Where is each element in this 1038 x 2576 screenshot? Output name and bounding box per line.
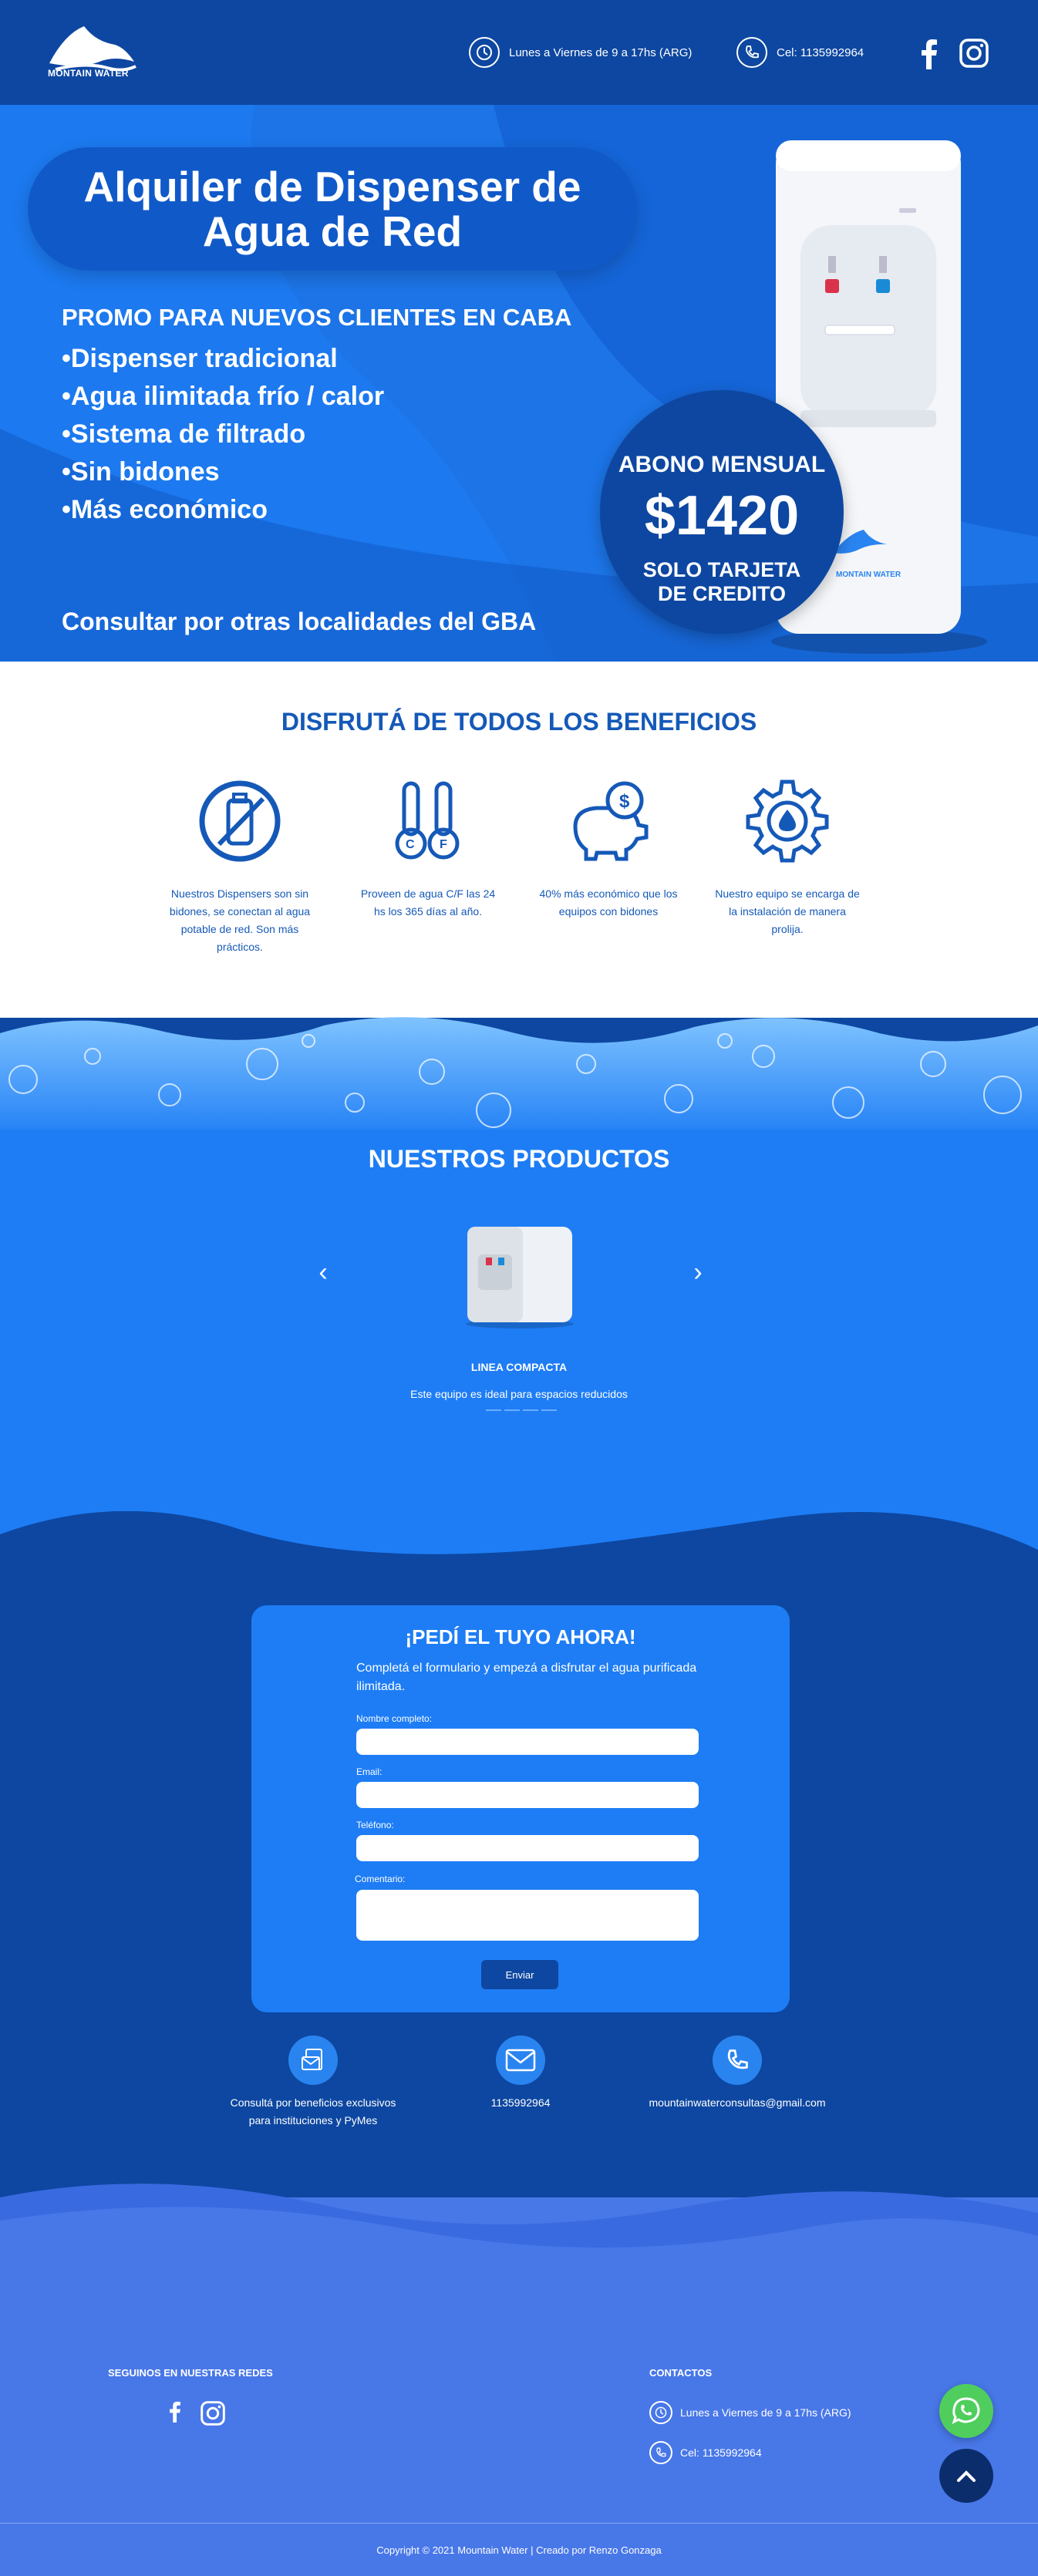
- contact-item[interactable]: 1135992964: [428, 2036, 613, 2112]
- comment-label: Comentario:: [355, 1874, 406, 1884]
- benefit-text: 40% más económico que los equipos con bi…: [539, 887, 678, 918]
- header-hours-text: Lunes a Viernes de 9 a 17hs (ARG): [509, 45, 693, 59]
- carousel-dot[interactable]: [523, 1409, 538, 1411]
- comment-field[interactable]: [356, 1890, 699, 1941]
- carousel-dot[interactable]: [504, 1409, 520, 1411]
- hero-features: •Dispenser tradicional •Agua ilimitada f…: [62, 340, 384, 529]
- footer-divider: [0, 2523, 1038, 2524]
- copyright: Copyright © 2021 Mountain Water | Creado…: [376, 2544, 662, 2556]
- benefit-item: $ 40% más económico que los equipos con …: [535, 779, 682, 921]
- thermometer-icon: C F: [395, 781, 460, 860]
- facebook-icon[interactable]: [168, 2399, 182, 2424]
- product-image[interactable]: [463, 1222, 577, 1330]
- contact-text: mountainwaterconsultas@gmail.com: [649, 2096, 826, 2109]
- footer-phone[interactable]: Cel: 1135992964: [649, 2441, 762, 2464]
- hero-feature: •Agua ilimitada frío / calor: [62, 382, 385, 411]
- benefits-title: DISFRUTÁ DE TODOS LOS BENEFICIOS: [281, 708, 757, 736]
- hero-feature: •Más económico: [62, 495, 268, 524]
- envelope-icon: [496, 2036, 545, 2085]
- hero-title: Alquiler de Dispenser de Agua de Red: [83, 163, 581, 255]
- mail-form-icon: [288, 2036, 338, 2085]
- site-header: MONTAIN WATER Lunes a Viernes de 9 a 17h…: [0, 0, 1038, 105]
- monthly-fee-price: $1420: [644, 485, 800, 547]
- contact-text: Consultá por beneficios exclusivos para …: [230, 2096, 396, 2126]
- header-hours: Lunes a Viernes de 9 a 17hs (ARG): [469, 37, 692, 68]
- benefit-item: Nuestros Dispensers son sin bidones, se …: [167, 779, 313, 956]
- chevron-up-icon: [957, 2470, 976, 2482]
- section-wave-divider: [0, 1496, 1038, 1554]
- form-title: ¡PEDÍ EL TUYO AHORA!: [405, 1625, 636, 1648]
- form-intro: Completá el formulario y empezá a disfru…: [356, 1662, 697, 1693]
- footer-hours-text: Lunes a Viernes de 9 a 17hs (ARG): [680, 2406, 851, 2419]
- benefit-item: C F Proveen de agua C/F las 24 hs los 36…: [355, 779, 501, 921]
- water-bubbles-band: [0, 1017, 1038, 1141]
- facebook-icon[interactable]: [919, 39, 939, 69]
- scroll-top-button[interactable]: [939, 2449, 993, 2503]
- brand-name: MONTAIN WATER: [48, 68, 129, 79]
- products-title: NUESTROS PRODUCTOS: [368, 1145, 670, 1173]
- whatsapp-button[interactable]: [939, 2384, 993, 2438]
- carousel-prev-button[interactable]: ‹: [312, 1259, 335, 1285]
- instagram-icon[interactable]: [201, 2401, 225, 2426]
- hero-feature: •Dispenser tradicional: [62, 344, 338, 373]
- phone-field[interactable]: [356, 1835, 699, 1861]
- name-label: Nombre completo:: [356, 1713, 433, 1724]
- email-label: Email:: [356, 1766, 383, 1777]
- footer-wave-divider: [0, 2184, 1038, 2298]
- header-phone-text: Cel: 1135992964: [777, 45, 864, 59]
- svg-text:MONTAIN WATER: MONTAIN WATER: [836, 571, 902, 579]
- product-name: LINEA COMPACTA: [470, 1361, 568, 1373]
- hero-section: Alquiler de Dispenser de Agua de Red PRO…: [0, 105, 1038, 662]
- footer-phone-text: Cel: 1135992964: [680, 2446, 762, 2459]
- svg-text:F: F: [440, 838, 447, 851]
- hero-promo: PROMO PARA NUEVOS CLIENTES EN CABA: [62, 304, 572, 331]
- svg-text:C: C: [406, 838, 415, 851]
- contact-item[interactable]: mountainwaterconsultas@gmail.com: [645, 2036, 830, 2112]
- benefit-text: Nuestros Dispensers son sin bidones, se …: [169, 887, 311, 953]
- benefit-item: Nuestro equipo se encarga de la instalac…: [714, 779, 861, 938]
- site-footer: SEGUINOS EN NUESTRAS REDES CONTACTOS Lun…: [0, 2184, 1038, 2576]
- name-field[interactable]: [356, 1729, 699, 1755]
- no-bottle-icon: [199, 780, 281, 862]
- hero-title-pill: Alquiler de Dispenser de Agua de Red: [28, 147, 637, 271]
- carousel-next-button[interactable]: ›: [686, 1259, 709, 1285]
- phone-icon: [736, 37, 767, 68]
- phone-icon: [649, 2441, 672, 2464]
- carousel-dot[interactable]: [541, 1409, 557, 1411]
- monthly-fee-badge: ABONO MENSUAL $1420 SOLO TARJETA DE CRED…: [600, 390, 844, 634]
- clock-icon: [469, 37, 500, 68]
- phone-label: Teléfono:: [356, 1820, 394, 1830]
- svg-text:$: $: [619, 791, 630, 812]
- monthly-fee-label: ABONO MENSUAL: [618, 452, 826, 477]
- benefit-text: Nuestro equipo se encarga de la instalac…: [715, 887, 860, 935]
- footer-social-title: SEGUINOS EN NUESTRAS REDES: [108, 2367, 273, 2379]
- footer-hours: Lunes a Viernes de 9 a 17hs (ARG): [649, 2401, 851, 2424]
- carousel-dot[interactable]: [486, 1409, 501, 1411]
- order-form: ¡PEDÍ EL TUYO AHORA! Completá el formula…: [251, 1605, 790, 2012]
- benefit-text: Proveen de agua C/F las 24 hs los 365 dí…: [360, 887, 496, 918]
- footer-contact-title: CONTACTOS: [649, 2367, 713, 2379]
- benefits-section: DISFRUTÁ DE TODOS LOS BENEFICIOS Nuestro…: [0, 662, 1038, 1018]
- piggy-bank-icon: $: [573, 781, 649, 861]
- email-field[interactable]: [356, 1782, 699, 1808]
- hero-cta[interactable]: Consultar por otras localidades del GBA: [62, 608, 536, 636]
- clock-icon: [649, 2401, 672, 2424]
- header-phone[interactable]: Cel: 1135992964: [736, 37, 864, 68]
- carousel-dots: [486, 1409, 557, 1411]
- phone-icon: [713, 2036, 762, 2085]
- monthly-fee-note: SOLO TARJETA DE CREDITO: [642, 558, 801, 605]
- whatsapp-icon: [952, 2397, 980, 2424]
- contact-item[interactable]: Consultá por beneficios exclusivos para …: [221, 2036, 406, 2130]
- submit-button[interactable]: Enviar: [481, 1960, 558, 1989]
- hero-feature: •Sistema de filtrado: [62, 419, 306, 449]
- order-section: ¡PEDÍ EL TUYO AHORA! Completá el formula…: [0, 1496, 1038, 2275]
- contact-text: 1135992964: [490, 2096, 551, 2109]
- hero-feature: •Sin bidones: [62, 457, 220, 487]
- instagram-icon[interactable]: [959, 39, 989, 68]
- product-description: Este equipo es ideal para espacios reduc…: [410, 1388, 628, 1400]
- gear-drop-icon: [746, 780, 829, 863]
